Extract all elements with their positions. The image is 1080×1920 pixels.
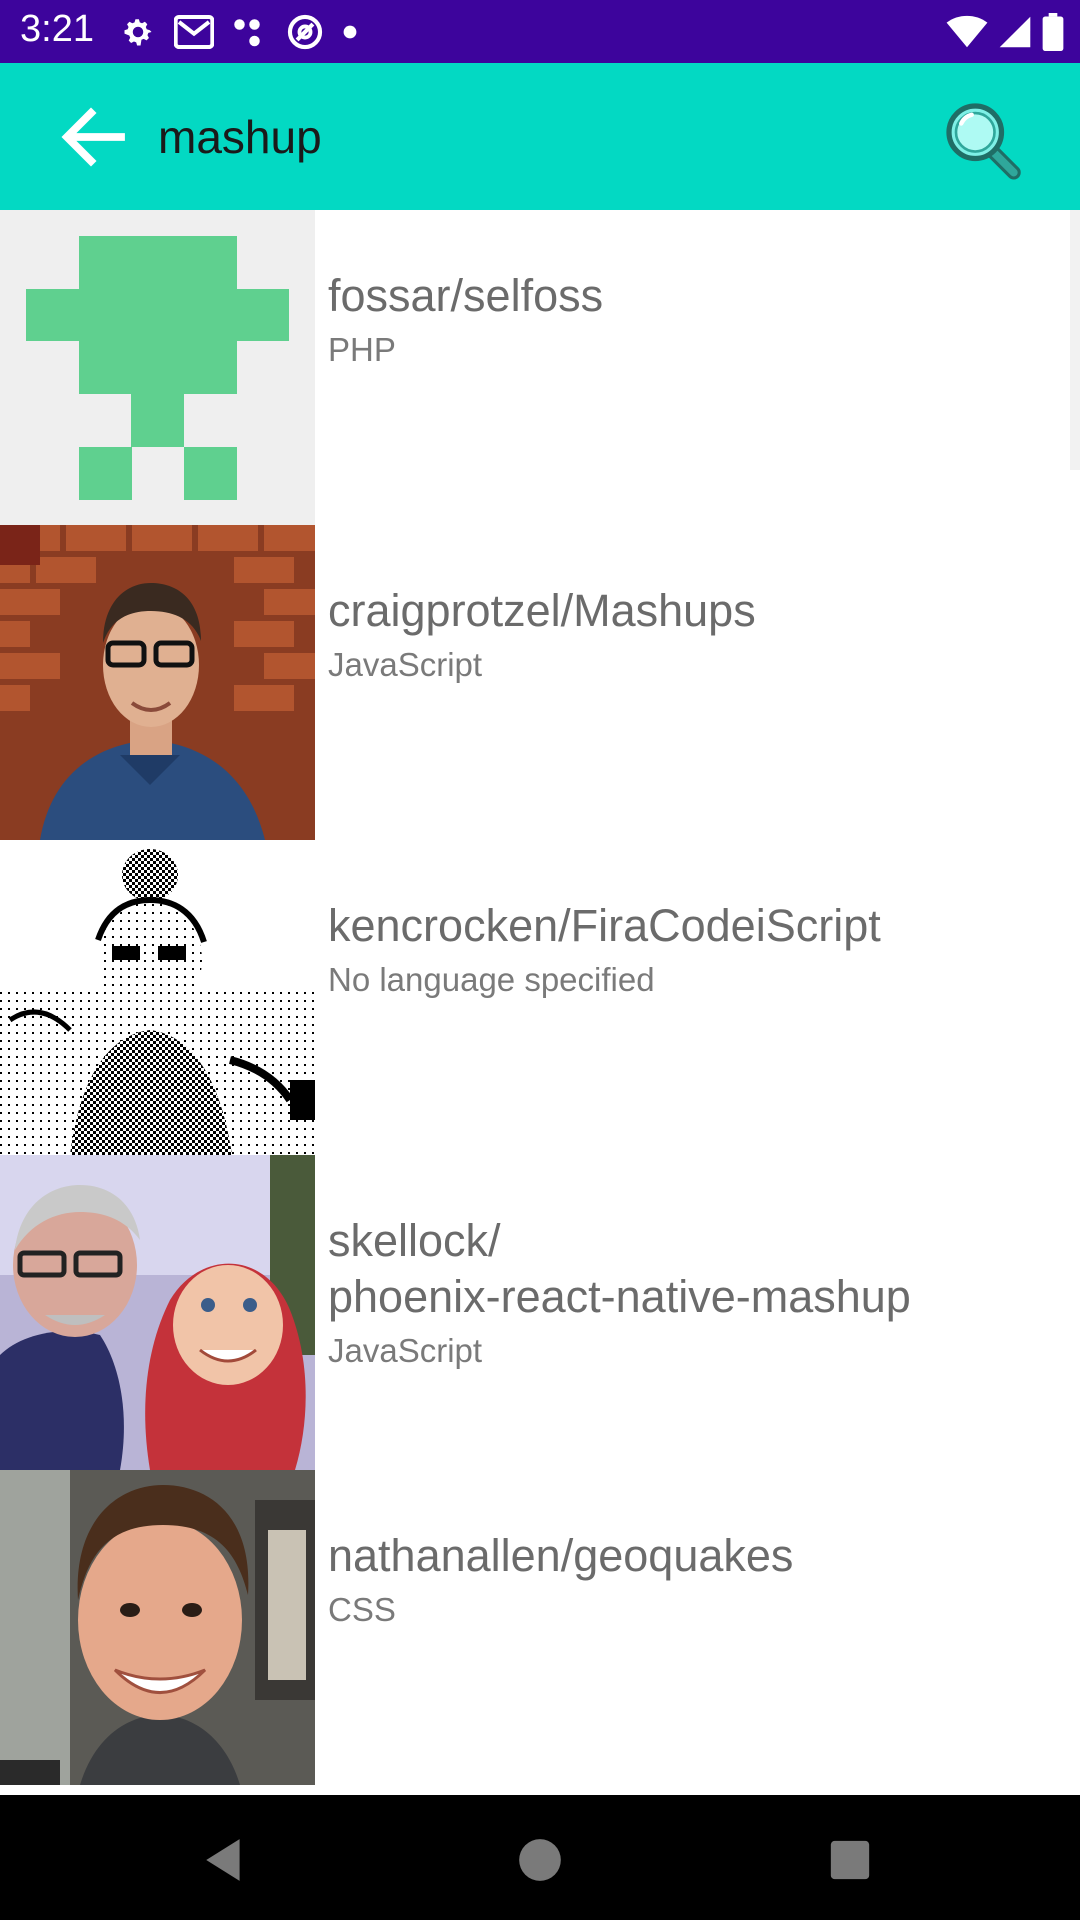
status-bar: 3:21: [0, 0, 1080, 63]
wifi-icon: [946, 15, 988, 48]
status-icons-right: [946, 10, 1064, 54]
repository-name: skellock/ phoenix-react-native-mashup: [328, 1215, 911, 1322]
user-photo-avatar: [0, 1470, 315, 1785]
repository-row[interactable]: nathanallen/geoquakes CSS: [0, 1470, 1080, 1785]
user-photo-avatar: [0, 1155, 315, 1470]
search-app-bar: mashup: [0, 63, 1080, 210]
at-sign-icon: [287, 14, 323, 50]
search-query-text[interactable]: mashup: [158, 109, 322, 165]
back-button[interactable]: [54, 97, 134, 177]
system-navigation-bar: [0, 1795, 1080, 1920]
user-photo-avatar: [0, 840, 315, 1155]
repository-name: nathanallen/geoquakes: [328, 1530, 794, 1581]
repository-row[interactable]: fossar/selfoss PHP: [0, 210, 1080, 525]
repository-language: No language specified: [328, 961, 655, 998]
gmail-icon: [174, 15, 214, 49]
status-time: 3:21: [20, 8, 94, 50]
nav-recents-button[interactable]: [815, 1825, 885, 1895]
magnifier-icon: [946, 103, 1021, 180]
search-button[interactable]: [942, 99, 1026, 183]
repository-language: JavaScript: [328, 1332, 483, 1369]
repository-language: PHP: [328, 331, 396, 368]
repository-name: craigprotzel/Mashups: [328, 585, 756, 636]
dot-icon: [343, 25, 357, 39]
arrow-left-icon: [61, 107, 125, 167]
repository-results-list[interactable]: fossar/selfoss PHP craigprotzel/Mashups …: [0, 210, 1080, 1795]
home-circle-icon: [519, 1839, 561, 1881]
user-photo-avatar: [0, 525, 315, 840]
back-triangle-icon: [206, 1839, 240, 1881]
repository-language: JavaScript: [328, 646, 483, 683]
identicon-avatar: [0, 210, 315, 525]
repository-name: fossar/selfoss: [328, 270, 604, 321]
repository-row[interactable]: craigprotzel/Mashups JavaScript: [0, 525, 1080, 840]
repository-row[interactable]: kencrocken/FiraCodeiScript No language s…: [0, 840, 1080, 1155]
nav-home-button[interactable]: [505, 1825, 575, 1895]
recents-square-icon: [830, 1840, 870, 1880]
dots-icon: [234, 19, 260, 47]
gear-icon: [124, 19, 152, 46]
nav-back-button[interactable]: [190, 1825, 260, 1895]
signal-icon: [999, 16, 1031, 48]
status-icons-left: [120, 10, 358, 54]
repository-row[interactable]: skellock/ phoenix-react-native-mashup Ja…: [0, 1155, 1080, 1470]
repository-name: kencrocken/FiraCodeiScript: [328, 900, 881, 951]
battery-icon: [1042, 13, 1064, 51]
repository-language: CSS: [328, 1591, 396, 1628]
scrollbar[interactable]: [1070, 210, 1080, 470]
